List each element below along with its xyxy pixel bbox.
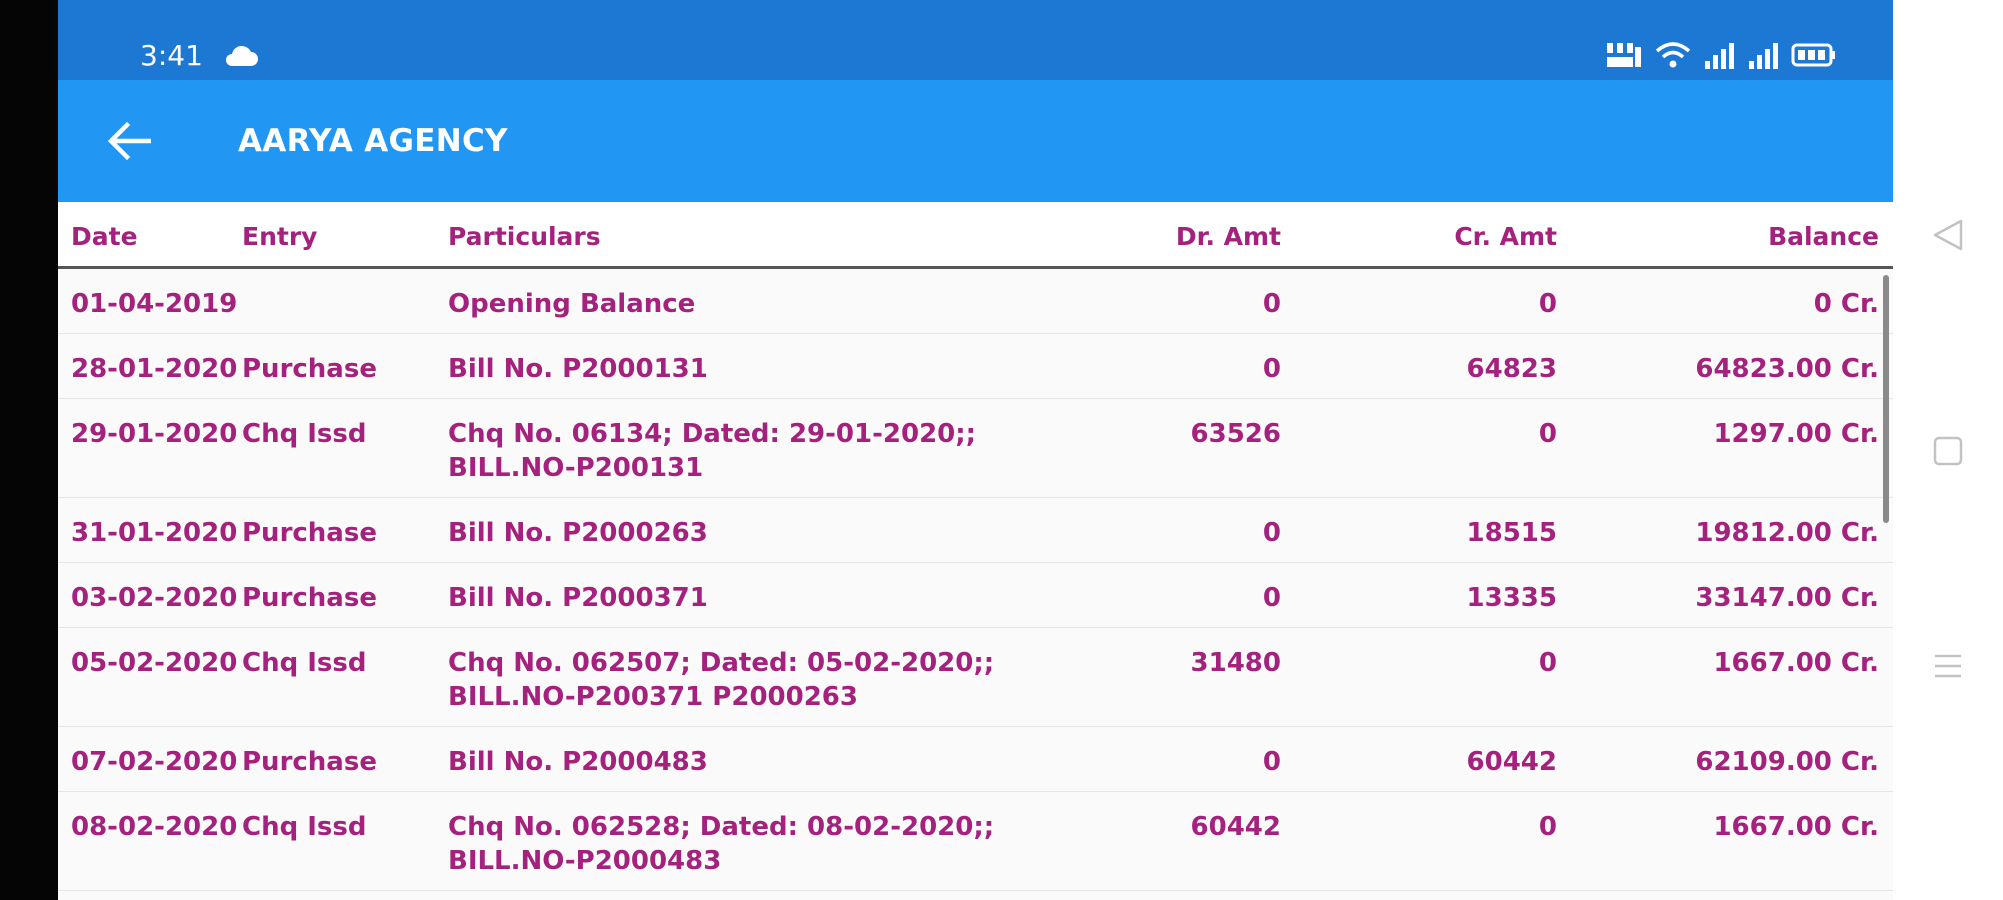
app-screen: 3:41 AARYA AGENCY Date Entry Particulars… bbox=[58, 0, 1893, 900]
cloud-icon bbox=[226, 45, 258, 66]
table-row[interactable]: 07-02-2020 Purchase Bill No. P2000483 0 … bbox=[58, 727, 1893, 792]
row-balance: 62109.00 Cr. bbox=[1695, 747, 1879, 777]
nav-home-button[interactable] bbox=[1927, 430, 1969, 472]
row-date: 05-02-2020 bbox=[71, 648, 238, 678]
row-dr-amt: 0 bbox=[1262, 354, 1281, 384]
square-home-icon bbox=[1933, 436, 1963, 466]
wifi-icon bbox=[1655, 42, 1691, 68]
arrow-left-icon bbox=[107, 121, 151, 161]
row-date: 31-01-2020 bbox=[71, 518, 238, 548]
row-dr-amt: 31480 bbox=[1190, 648, 1281, 678]
row-particulars: Chq No. 062528; Dated: 08-02-2020;; BILL… bbox=[448, 812, 995, 876]
back-button[interactable] bbox=[94, 110, 164, 172]
row-cr-amt: 0 bbox=[1538, 289, 1557, 319]
row-particulars: Chq No. 06134; Dated: 29-01-2020;; BILL.… bbox=[448, 419, 977, 483]
scrollbar-thumb[interactable] bbox=[1883, 275, 1889, 523]
signal-icon bbox=[1705, 43, 1734, 69]
row-entry: Purchase bbox=[242, 583, 377, 613]
row-balance: 64823.00 Cr. bbox=[1695, 354, 1879, 384]
row-date: 07-02-2020 bbox=[71, 747, 238, 777]
row-balance: 1667.00 Cr. bbox=[1713, 648, 1879, 678]
row-particulars: Bill No. P2000483 bbox=[448, 747, 708, 777]
row-balance: 1667.00 Cr. bbox=[1713, 812, 1879, 842]
nav-menu-button[interactable] bbox=[1927, 645, 1969, 687]
header-cr-amt: Cr. Amt bbox=[1454, 222, 1557, 251]
row-date: 28-01-2020 bbox=[71, 354, 238, 384]
device-bezel bbox=[0, 0, 58, 900]
row-cr-amt: 0 bbox=[1538, 648, 1557, 678]
header-entry: Entry bbox=[242, 222, 318, 251]
navigation-bar bbox=[1893, 0, 2003, 900]
row-balance: 19812.00 Cr. bbox=[1695, 518, 1879, 548]
row-entry: Chq Issd bbox=[242, 648, 367, 678]
header-balance: Balance bbox=[1768, 222, 1879, 251]
table-row[interactable]: 03-02-2020 Purchase Bill No. P2000371 0 … bbox=[58, 563, 1893, 628]
table-row[interactable]: 28-01-2020 Purchase Bill No. P2000131 0 … bbox=[58, 334, 1893, 399]
row-entry: Purchase bbox=[242, 354, 377, 384]
row-cr-amt: 64823 bbox=[1466, 354, 1557, 384]
row-particulars: Bill No. P2000131 bbox=[448, 354, 708, 384]
header-particulars: Particulars bbox=[448, 222, 601, 251]
row-entry: Purchase bbox=[242, 747, 377, 777]
row-entry: Chq Issd bbox=[242, 419, 367, 449]
row-cr-amt: 60442 bbox=[1466, 747, 1557, 777]
row-balance: 0 Cr. bbox=[1813, 289, 1879, 319]
network-type-icon bbox=[1607, 43, 1641, 67]
signal-icon bbox=[1749, 43, 1778, 69]
header-date: Date bbox=[71, 222, 138, 251]
status-icons bbox=[1605, 38, 1837, 72]
ledger-list[interactable]: 01-04-2019 Opening Balance 0 0 0 Cr. 28-… bbox=[58, 269, 1893, 900]
row-particulars: Bill No. P2000263 bbox=[448, 518, 708, 548]
row-particulars: Bill No. P2000371 bbox=[448, 583, 708, 613]
table-row[interactable]: 01-04-2019 Opening Balance 0 0 0 Cr. bbox=[58, 269, 1893, 334]
app-bar: AARYA AGENCY bbox=[58, 80, 1893, 202]
table-row[interactable]: 08-02-2020 Chq Issd Chq No. 062528; Date… bbox=[58, 792, 1893, 891]
row-date: 08-02-2020 bbox=[71, 812, 238, 842]
row-cr-amt: 18515 bbox=[1466, 518, 1557, 548]
row-date: 01-04-2019 bbox=[71, 289, 238, 319]
table-row[interactable]: 05-02-2020 Chq Issd Chq No. 062507; Date… bbox=[58, 628, 1893, 727]
menu-icon bbox=[1935, 654, 1961, 678]
row-dr-amt: 63526 bbox=[1190, 419, 1281, 449]
row-dr-amt: 0 bbox=[1262, 583, 1281, 613]
row-entry: Purchase bbox=[242, 518, 377, 548]
table-header: Date Entry Particulars Dr. Amt Cr. Amt B… bbox=[58, 202, 1893, 269]
table-row[interactable]: 31-01-2020 Purchase Bill No. P2000263 0 … bbox=[58, 498, 1893, 563]
page-title: AARYA AGENCY bbox=[238, 123, 508, 159]
header-dr-amt: Dr. Amt bbox=[1175, 222, 1281, 251]
row-date: 29-01-2020 bbox=[71, 419, 238, 449]
table-row[interactable]: 29-01-2020 Chq Issd Chq No. 06134; Dated… bbox=[58, 399, 1893, 498]
row-date: 03-02-2020 bbox=[71, 583, 238, 613]
row-particulars: Opening Balance bbox=[448, 289, 696, 319]
row-balance: 1297.00 Cr. bbox=[1713, 419, 1879, 449]
status-time: 3:41 bbox=[140, 39, 203, 72]
row-entry: Chq Issd bbox=[242, 812, 367, 842]
row-dr-amt: 0 bbox=[1262, 747, 1281, 777]
nav-back-button[interactable] bbox=[1927, 214, 1969, 256]
row-cr-amt: 13335 bbox=[1466, 583, 1557, 613]
row-cr-amt: 0 bbox=[1538, 812, 1557, 842]
status-bar: 3:41 bbox=[58, 0, 1893, 80]
row-dr-amt: 0 bbox=[1262, 518, 1281, 548]
battery-icon bbox=[1791, 43, 1835, 67]
row-dr-amt: 60442 bbox=[1190, 812, 1281, 842]
row-cr-amt: 0 bbox=[1538, 419, 1557, 449]
triangle-back-icon bbox=[1933, 219, 1963, 251]
row-particulars: Chq No. 062507; Dated: 05-02-2020;; BILL… bbox=[448, 648, 995, 712]
row-dr-amt: 0 bbox=[1262, 289, 1281, 319]
row-balance: 33147.00 Cr. bbox=[1695, 583, 1879, 613]
